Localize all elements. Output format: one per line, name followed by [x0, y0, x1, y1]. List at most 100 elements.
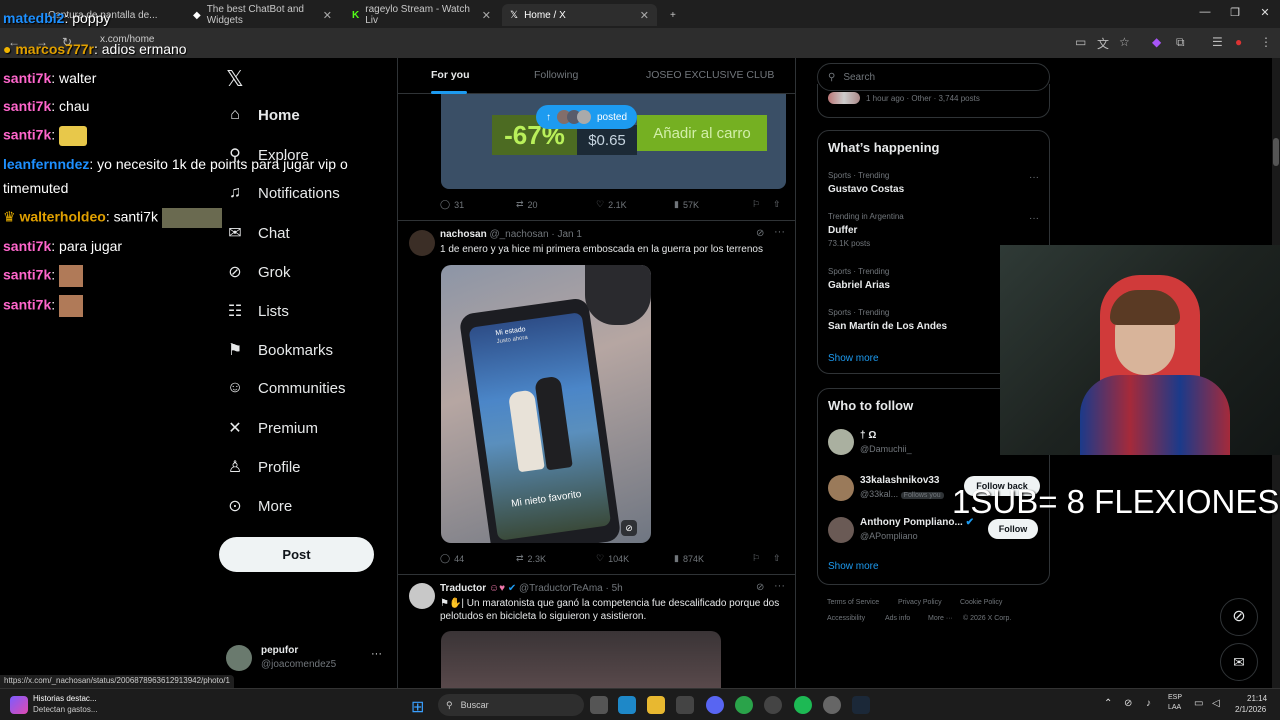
add-to-cart-button[interactable]: Añadir al carro: [637, 115, 767, 151]
reply-button[interactable]: ◯ 44: [440, 553, 464, 564]
tab-for-you[interactable]: For you: [431, 69, 470, 81]
close-icon[interactable]: ✕: [323, 9, 332, 22]
grok-float-button[interactable]: ⊘: [1220, 598, 1258, 636]
volume-icon[interactable]: ◁: [1212, 698, 1220, 709]
more-options-icon[interactable]: ···: [774, 580, 785, 592]
nav-premium[interactable]: ✕ Premium: [226, 418, 318, 438]
follow-button[interactable]: Follow: [988, 519, 1038, 539]
like-button[interactable]: ♡ 104K: [596, 553, 629, 564]
avatar[interactable]: [828, 429, 854, 455]
nav-notifications[interactable]: ♫ Notifications: [226, 184, 340, 202]
footer-link[interactable]: Privacy Policy: [898, 599, 942, 606]
trend-item[interactable]: San Martín de Los Andes: [828, 321, 947, 332]
tweet-video[interactable]: [441, 631, 721, 688]
trend-item[interactable]: Gustavo Costas: [828, 184, 904, 195]
close-window-icon[interactable]: ✕: [1250, 6, 1280, 19]
close-icon[interactable]: ✕: [482, 9, 491, 22]
footer-link[interactable]: Cookie Policy: [960, 599, 1002, 606]
footer-link[interactable]: Accessibility: [827, 615, 865, 622]
clock-date[interactable]: 2/1/2026: [1235, 705, 1266, 714]
file-explorer-icon[interactable]: [647, 696, 665, 714]
follow-suggestion-name[interactable]: 33kalashnikov33: [860, 475, 940, 486]
footer-link[interactable]: More ···: [928, 615, 953, 622]
obs-icon[interactable]: [764, 696, 782, 714]
nav-grok[interactable]: ⊘ Grok: [226, 262, 290, 282]
taskbar-search[interactable]: ⚲ Buscar: [438, 694, 584, 716]
nav-home[interactable]: ⌂ Home: [226, 106, 300, 124]
task-view-icon[interactable]: [590, 696, 608, 714]
spotify-icon[interactable]: [794, 696, 812, 714]
scrollbar-thumb[interactable]: [1273, 138, 1279, 166]
more-options-icon[interactable]: ···: [1029, 213, 1039, 224]
steam-icon[interactable]: [852, 696, 870, 714]
footer-link[interactable]: Ads info: [885, 615, 910, 622]
extension-icon[interactable]: ◆: [1152, 35, 1161, 49]
views-button[interactable]: ▮ 57K: [674, 199, 699, 210]
browser-tab-active[interactable]: 𝕏 Home / X ✕: [502, 4, 657, 26]
nav-profile[interactable]: ♙ Profile: [226, 457, 301, 477]
share-icon[interactable]: ⇧: [773, 199, 781, 210]
tab-following[interactable]: Following: [534, 69, 578, 81]
avatar[interactable]: [828, 517, 854, 543]
profile-avatar-icon[interactable]: ●: [1235, 35, 1242, 49]
tray-icon[interactable]: ⊘: [1124, 698, 1132, 709]
avatar[interactable]: [409, 230, 435, 256]
network-icon[interactable]: ▭: [1194, 698, 1203, 709]
news-widget-icon[interactable]: [10, 696, 28, 714]
more-options-icon[interactable]: ···: [774, 226, 785, 238]
nav-communities[interactable]: ☺ Communities: [226, 379, 346, 397]
app-icon[interactable]: [676, 696, 694, 714]
footer-link[interactable]: Terms of Service: [827, 599, 879, 606]
bookmark-icon[interactable]: ⚐: [752, 199, 760, 210]
views-button[interactable]: ▮ 874K: [674, 553, 704, 564]
like-button[interactable]: ♡ 2.1K: [596, 199, 627, 210]
menu-dots-icon[interactable]: ⋮: [1260, 35, 1272, 49]
browser-tab[interactable]: ◆ The best ChatBot and Widgets ✕: [185, 4, 340, 26]
trend-item[interactable]: Gabriel Arias: [828, 280, 890, 291]
grok-icon[interactable]: ⊘: [756, 582, 764, 593]
settings-icon[interactable]: [823, 696, 841, 714]
nav-more[interactable]: ⊙ More: [226, 496, 292, 516]
tab-club[interactable]: JOSEO EXCLUSIVE CLUB: [646, 69, 774, 81]
messages-float-button[interactable]: ✉: [1220, 643, 1258, 681]
puzzle-icon[interactable]: ⧉: [1176, 35, 1185, 50]
avatar[interactable]: [828, 475, 854, 501]
retweet-button[interactable]: ⇄ 20: [516, 199, 538, 210]
tab-search-icon[interactable]: ☰: [1212, 35, 1223, 49]
windows-start-icon[interactable]: ⊞: [411, 697, 424, 717]
language-indicator[interactable]: ESP: [1168, 694, 1182, 701]
show-more-link[interactable]: Show more: [828, 561, 879, 572]
reply-button[interactable]: ◯ 31: [440, 199, 464, 210]
edge-icon[interactable]: [618, 696, 636, 714]
tweet-photo[interactable]: Mi estado Justo ahora Mi nieto favorito …: [441, 265, 651, 543]
close-icon[interactable]: ✕: [640, 9, 649, 22]
nav-lists[interactable]: ☷ Lists: [226, 301, 289, 321]
retweet-button[interactable]: ⇄ 2.3K: [516, 553, 546, 564]
trend-item[interactable]: Duffer: [828, 225, 857, 236]
avatar[interactable]: [409, 583, 435, 609]
star-icon[interactable]: ☆: [1119, 35, 1130, 49]
more-options-icon[interactable]: ···: [1029, 172, 1039, 183]
follow-suggestion-name[interactable]: † Ω: [860, 430, 876, 441]
clock-time[interactable]: 21:14: [1247, 694, 1267, 703]
account-avatar[interactable]: [226, 645, 252, 671]
new-posts-pill[interactable]: ↑ posted: [536, 105, 638, 129]
nav-bookmarks[interactable]: ⚑ Bookmarks: [226, 340, 333, 360]
account-menu-icon[interactable]: ···: [371, 648, 382, 660]
grok-image-icon[interactable]: ⊘: [621, 520, 637, 536]
browser-tab[interactable]: Krageylo Stream - Watch Liv ✕: [344, 4, 499, 26]
chrome-icon[interactable]: [735, 696, 753, 714]
nav-chat[interactable]: ✉ Chat: [226, 223, 289, 243]
grok-icon[interactable]: ⊘: [756, 228, 764, 239]
show-more-link[interactable]: Show more: [828, 353, 879, 364]
x-logo-icon[interactable]: 𝕏: [226, 66, 244, 92]
bookmark-icon[interactable]: ⚐: [752, 553, 760, 564]
restore-icon[interactable]: ❐: [1220, 6, 1250, 19]
minimize-icon[interactable]: —: [1190, 6, 1220, 18]
chevron-up-icon[interactable]: ⌃: [1104, 698, 1112, 709]
translate-icon[interactable]: 文: [1097, 35, 1109, 52]
post-button[interactable]: Post: [219, 537, 374, 572]
new-tab-button[interactable]: +: [662, 4, 684, 26]
microphone-icon[interactable]: ♪: [1146, 698, 1151, 709]
discord-icon[interactable]: [706, 696, 724, 714]
